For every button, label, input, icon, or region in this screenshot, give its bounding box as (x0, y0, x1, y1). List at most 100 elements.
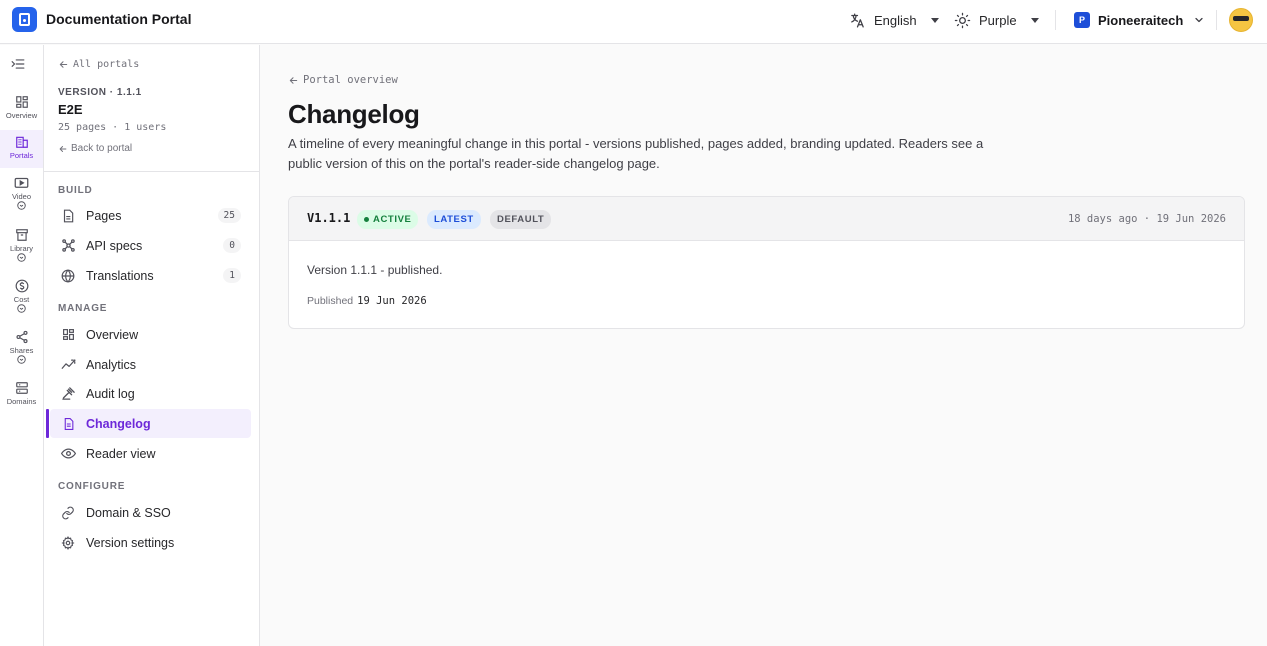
chevron-down-circle-icon (17, 304, 26, 313)
collapse-sidebar-icon[interactable] (11, 57, 25, 75)
sidebar-item-pages[interactable]: Pages 25 (50, 201, 251, 230)
sidebar-item-label: Translations (86, 268, 154, 283)
breadcrumb[interactable]: Portal overview (288, 74, 398, 86)
top-bar: Documentation Portal English Purple P Pi… (0, 0, 1267, 44)
overview-icon (60, 327, 76, 343)
sidebar-item-domain-sso[interactable]: Domain & SSO (50, 498, 251, 527)
link-icon (60, 505, 76, 521)
chevron-down-circle-icon (17, 355, 26, 364)
published-date: 19 Jun 2026 (357, 295, 427, 307)
sidebar-item-changelog[interactable]: Changelog (46, 409, 251, 438)
sidebar-item-label: Version settings (86, 535, 175, 550)
entry-timestamp: 18 days ago · 19 Jun 2026 (1067, 213, 1226, 225)
language-label: English (874, 12, 917, 28)
sidebar-item-version-settings[interactable]: Version settings (50, 528, 251, 557)
sidebar-item-audit-log[interactable]: Audit log (50, 379, 251, 408)
sidebar-item-label: Overview (86, 327, 139, 342)
chevron-down-circle-icon (17, 253, 26, 262)
divider (44, 171, 259, 172)
language-selector[interactable]: English (849, 10, 939, 30)
changelog-entry: V1.1.1 ACTIVE LATEST DEFAULT 18 days ago… (288, 196, 1245, 329)
app-logo-icon[interactable] (12, 7, 37, 32)
gear-icon (60, 535, 76, 551)
network-icon (60, 238, 76, 254)
file-icon (60, 208, 76, 224)
archive-icon (15, 229, 28, 241)
chevron-down-icon (930, 17, 939, 23)
globe-icon (60, 268, 76, 284)
all-portals-link[interactable]: All portals (58, 59, 139, 70)
sidebar-item-analytics[interactable]: Analytics (50, 350, 251, 379)
published-label: Published (307, 295, 354, 307)
page-title: Changelog (288, 99, 420, 129)
arrow-left-icon (59, 61, 68, 68)
count-badge: 0 (223, 238, 241, 253)
org-switcher[interactable]: P Pioneeraitech (1074, 10, 1205, 30)
chevron-down-icon (1030, 17, 1039, 23)
status-badge-default: DEFAULT (490, 210, 552, 229)
building-icon (15, 136, 28, 148)
chevron-down-circle-icon (17, 201, 26, 210)
rail-label: Library (10, 244, 33, 253)
version-label: VERSION · 1.1.1 (58, 87, 142, 98)
back-to-portal-label: Back to portal (71, 143, 133, 154)
rail-item-video[interactable]: Video (0, 177, 43, 217)
trend-icon (60, 357, 76, 373)
sidebar-item-api-specs[interactable]: API specs 0 (50, 231, 251, 260)
sidebar-item-label: API specs (86, 238, 143, 253)
translate-icon (851, 12, 864, 28)
count-badge: 25 (217, 208, 241, 223)
divider (1055, 10, 1056, 30)
arrow-left-icon (59, 145, 67, 152)
org-name: Pioneeraitech (1098, 12, 1184, 28)
arrow-left-icon (289, 76, 298, 84)
rail-item-overview[interactable]: Overview (0, 95, 43, 127)
rail-item-shares[interactable]: Shares (0, 330, 43, 370)
chevron-down-icon (1195, 17, 1203, 23)
section-build: BUILD (58, 185, 93, 196)
portal-name: E2E (58, 102, 83, 117)
entry-text: Version 1.1.1 - published. (307, 263, 443, 277)
breadcrumb-label: Portal overview (303, 74, 398, 86)
server-icon (15, 382, 28, 394)
sidebar-item-label: Domain & SSO (86, 505, 171, 520)
rail-label: Cost (13, 295, 30, 304)
page-description: A timeline of every meaningful change in… (288, 136, 984, 171)
count-badge: 1 (223, 268, 241, 283)
sidebar-item-reader-view[interactable]: Reader view (50, 439, 251, 468)
section-configure: CONFIGURE (58, 481, 126, 492)
rail-label: Shares (9, 346, 34, 355)
share-icon (15, 330, 28, 344)
sidebar-item-label: Analytics (86, 357, 137, 372)
version-tag: V1.1.1 (307, 211, 351, 225)
portal-sidebar: All portals VERSION · 1.1.1 E2E 25 pages… (44, 45, 260, 646)
back-to-portal-link[interactable]: Back to portal (58, 143, 132, 154)
file-text-icon (60, 416, 76, 432)
eye-icon (60, 446, 76, 462)
sidebar-item-label: Changelog (86, 416, 151, 431)
divider (1216, 10, 1217, 30)
rail-item-domains[interactable]: Domains (0, 381, 43, 411)
app-title: Documentation Portal (46, 11, 192, 27)
theme-selector[interactable]: Purple (954, 10, 1039, 30)
sun-icon (954, 12, 971, 28)
sidebar-item-label: Audit log (86, 386, 135, 401)
portal-meta: 25 pages · 1 users (58, 122, 167, 133)
changelog-entry-header: V1.1.1 ACTIVE LATEST DEFAULT 18 days ago… (289, 197, 1244, 241)
rail-label: Video (11, 192, 32, 201)
sidebar-item-label: Pages (86, 208, 122, 223)
rail-label: Domains (6, 397, 37, 406)
status-badge-active: ACTIVE (357, 210, 419, 229)
rail-label: Overview (5, 111, 38, 120)
sidebar-item-translations[interactable]: Translations 1 (50, 261, 251, 290)
user-avatar[interactable] (1229, 8, 1253, 32)
status-badge-latest: LATEST (427, 210, 481, 229)
rail-item-library[interactable]: Library (0, 228, 43, 268)
sidebar-item-label: Reader view (86, 446, 156, 461)
gavel-icon (60, 386, 76, 402)
rail-item-portals[interactable]: Portals (0, 130, 43, 168)
sidebar-item-overview[interactable]: Overview (50, 320, 251, 349)
overview-icon (15, 96, 28, 108)
rail-label: Portals (9, 151, 34, 160)
rail-item-cost[interactable]: Cost (0, 279, 43, 319)
